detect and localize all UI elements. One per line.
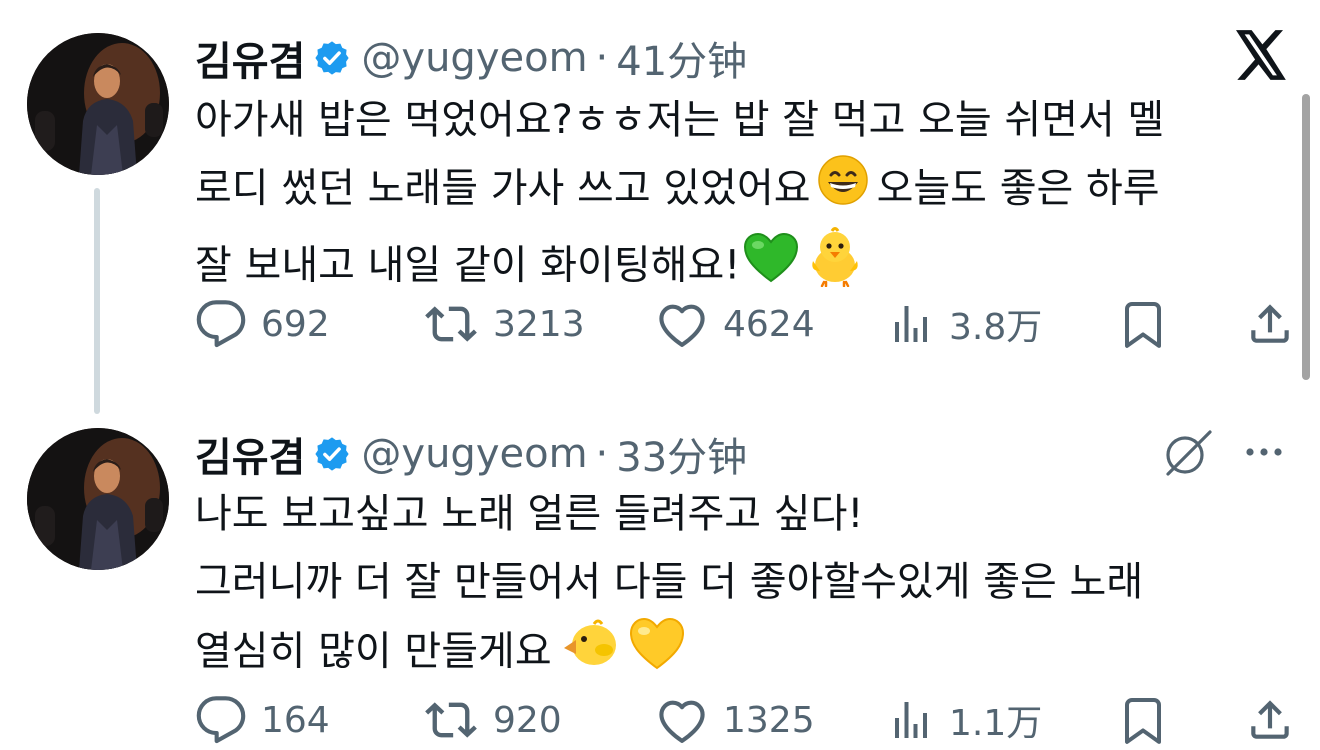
separator-dot: · <box>595 35 609 81</box>
repost-count: 920 <box>493 699 562 741</box>
grinning-face-emoji <box>817 154 869 227</box>
yellow-heart-emoji <box>628 616 686 691</box>
like-count: 1325 <box>723 699 815 741</box>
more-icon[interactable] <box>1240 438 1290 466</box>
separator-dot: · <box>595 431 609 477</box>
like-button[interactable]: 4624 <box>655 294 815 354</box>
views-button[interactable]: 1.1万 <box>887 690 1042 750</box>
tweet-header: 김유겸 @yugyeom · 41分钟 <box>195 30 747 86</box>
verified-badge-icon <box>313 39 351 77</box>
tweet-text-segment: 잘 보내고 내일 같이 화이팅해요! <box>195 242 741 289</box>
share-icon <box>1251 304 1289 343</box>
tweet-text-line: 그러니까 더 잘 만들어서 다들 더 좋아할수있게 좋은 노래 <box>195 559 1144 605</box>
share-button[interactable] <box>1245 294 1295 354</box>
views-button[interactable]: 3.8万 <box>887 294 1042 354</box>
repost-count: 3213 <box>493 303 585 345</box>
bookmark-button[interactable] <box>1119 294 1167 354</box>
x-logo-icon[interactable] <box>1236 30 1288 80</box>
reply-button[interactable]: 692 <box>195 294 330 354</box>
repost-button[interactable]: 3213 <box>423 294 585 354</box>
reply-count: 164 <box>261 699 330 741</box>
heart-icon <box>659 700 705 743</box>
like-button[interactable]: 1325 <box>655 690 815 750</box>
handle[interactable]: @yugyeom <box>361 35 587 81</box>
tweet-actions: 692 3213 4624 3.8万 <box>195 294 1295 354</box>
share-button[interactable] <box>1245 690 1295 750</box>
reply-icon <box>196 696 246 744</box>
display-name[interactable]: 김유겸 <box>195 425 305 483</box>
reply-button[interactable]: 164 <box>195 690 330 750</box>
tweet-text-segment: 오늘도 좋은 하루 <box>876 165 1160 212</box>
bookmark-icon <box>1125 302 1161 348</box>
handle[interactable]: @yugyeom <box>361 431 587 477</box>
tweet-text: 나도 보고싶고 노래 얼른 들려주고 싶다! 그러니까 더 잘 만들어서 다들 … <box>195 480 1285 691</box>
views-icon <box>895 306 927 342</box>
timestamp[interactable]: 41分钟 <box>616 29 747 87</box>
bookmark-button[interactable] <box>1119 690 1167 750</box>
verified-badge-icon <box>313 435 351 473</box>
timestamp[interactable]: 33分钟 <box>616 425 747 483</box>
thread-line <box>94 188 100 414</box>
display-name[interactable]: 김유겸 <box>195 29 305 87</box>
scrollbar[interactable] <box>1302 94 1310 380</box>
like-count: 4624 <box>723 303 815 345</box>
tweet-text-segment: 로디 썼던 노래들 가사 쓰고 있었어요 <box>195 165 811 212</box>
view-count: 3.8万 <box>949 307 1043 348</box>
reply-icon <box>196 300 246 348</box>
repost-icon <box>425 702 477 738</box>
tweet-text-line: 아가새 밥은 먹었어요?ㅎㅎ저는 밥 잘 먹고 오늘 쉬면서 멜 <box>195 97 1165 143</box>
avatar[interactable] <box>27 33 169 175</box>
heart-icon <box>659 304 705 347</box>
tweet-header: 김유겸 @yugyeom · 33分钟 <box>195 426 747 482</box>
tweet-text-line: 로디 썼던 노래들 가사 쓰고 있었어요 오늘도 좋은 하루 <box>195 154 1285 227</box>
tweet-text-line: 열심히 많이 만들게요 <box>195 616 1285 691</box>
reply-count: 692 <box>261 303 330 345</box>
baby-chick-emoji <box>560 618 618 689</box>
tweet[interactable]: 김유겸 @yugyeom · 33分钟 나도 보고싶고 노래 얼른 들려주고 싶… <box>0 400 1320 750</box>
grok-icon[interactable] <box>1160 428 1214 478</box>
tweet-actions: 164 920 1325 1.1万 <box>195 690 1295 750</box>
repost-button[interactable]: 920 <box>423 690 562 750</box>
view-count: 1.1万 <box>949 703 1043 744</box>
repost-icon <box>425 306 477 342</box>
avatar[interactable] <box>27 428 169 570</box>
tweet-text: 아가새 밥은 먹었어요?ㅎㅎ저는 밥 잘 먹고 오늘 쉬면서 멜 로디 썼던 노… <box>195 86 1285 308</box>
share-icon <box>1251 700 1289 739</box>
views-icon <box>895 702 927 738</box>
tweet-text-line: 나도 보고싶고 노래 얼른 들려주고 싶다! <box>195 491 864 537</box>
tweet[interactable]: 김유겸 @yugyeom · 41分钟 아가새 밥은 먹었어요?ㅎㅎ저는 밥 잘… <box>0 0 1320 414</box>
bookmark-icon <box>1125 698 1161 744</box>
tweet-text-segment: 열심히 많이 만들게요 <box>195 628 552 675</box>
